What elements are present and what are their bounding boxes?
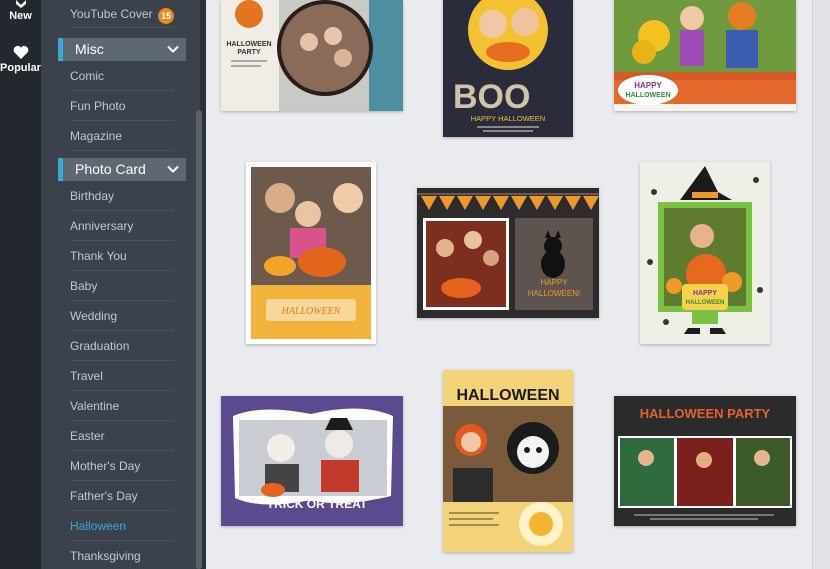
- sidebar-item-thanksgiving[interactable]: Thanksgiving: [70, 541, 174, 569]
- sidebar-item-label: Anniversary: [70, 219, 134, 233]
- sidebar-item-label: Thanksgiving: [70, 549, 141, 563]
- template-text: PARTY: [237, 49, 261, 56]
- sidebar-item-label: Graduation: [70, 339, 130, 353]
- template-text: TRICK OR TREAT: [267, 497, 368, 511]
- sidebar-item-label: Easter: [70, 429, 105, 443]
- template-text: HAPPY: [634, 81, 662, 90]
- sidebar-item-fathers-day[interactable]: Father's Day: [70, 481, 174, 511]
- gallery-scrollbar[interactable]: [812, 0, 830, 569]
- sidebar-item-label: YouTube Cover: [70, 7, 153, 21]
- sidebar-item-label: Baby: [70, 279, 98, 293]
- sidebar-scrollbar[interactable]: [196, 110, 202, 569]
- sidebar-item-fun-photo[interactable]: Fun Photo: [70, 91, 174, 121]
- template-thumbnail: BOO HAPPY HALLOWEEN: [443, 0, 573, 137]
- template-thumbnail: HALLOWEEN: [246, 162, 376, 344]
- rail-popular[interactable]: Popular: [0, 45, 41, 74]
- sidebar-item-valentine[interactable]: Valentine: [70, 391, 174, 421]
- section-misc[interactable]: Misc: [58, 38, 186, 61]
- template-card[interactable]: TRICK OR TREAT: [221, 396, 403, 526]
- sidebar-item-graduation[interactable]: Graduation: [70, 331, 174, 361]
- icon-rail: New Popular: [0, 0, 41, 569]
- new-icon: [15, 0, 26, 8]
- template-card[interactable]: BOO HAPPY HALLOWEEN: [443, 0, 573, 137]
- template-card[interactable]: HALLOWEEN: [246, 162, 376, 344]
- template-thumbnail: HAPPY HALLOWEEN: [640, 162, 770, 344]
- sidebar-item-label: Halloween: [70, 519, 127, 533]
- template-thumbnail: HAPPY HALLOWEEN!: [417, 188, 599, 318]
- sidebar-item-label: Travel: [70, 369, 103, 383]
- sidebar-item-label: Thank You: [70, 249, 127, 263]
- count-badge: 15: [158, 8, 174, 24]
- chevron-down-icon: [167, 165, 179, 173]
- sidebar-item-comic[interactable]: Comic: [70, 61, 174, 91]
- template-thumbnail: TRICK OR TREAT: [221, 396, 403, 526]
- template-text: BOO: [453, 78, 530, 116]
- template-text: HAPPY: [693, 290, 717, 297]
- template-card[interactable]: HAPPY HALLOWEEN: [640, 162, 770, 344]
- sidebar-item-label: Comic: [70, 69, 105, 83]
- sidebar-item-anniversary[interactable]: Anniversary: [70, 211, 174, 241]
- template-thumbnail: HALLOWEEN PARTY: [614, 396, 796, 526]
- heart-icon: [13, 45, 28, 59]
- rail-new[interactable]: New: [0, 0, 41, 22]
- sidebar-item-mothers-day[interactable]: Mother's Day: [70, 451, 174, 481]
- sidebar-item-baby[interactable]: Baby: [70, 271, 174, 301]
- template-thumbnail: HALLOWEEN PARTY: [221, 0, 403, 111]
- sidebar-item-easter[interactable]: Easter: [70, 421, 174, 451]
- sidebar-item-magazine[interactable]: Magazine: [70, 121, 174, 151]
- template-text: HALLOWEEN: [281, 306, 342, 317]
- rail-new-label: New: [9, 10, 32, 22]
- sidebar-item-halloween[interactable]: Halloween: [70, 511, 174, 541]
- sidebar-item-label: Fun Photo: [70, 99, 126, 113]
- section-title: Misc: [75, 41, 104, 57]
- template-card[interactable]: HALLOWEEN PARTY: [221, 0, 403, 111]
- sidebar-item-label: Father's Day: [70, 489, 138, 503]
- template-card[interactable]: HALLOWEEN PARTY: [614, 396, 796, 526]
- template-text: HAPPY HALLOWEEN: [471, 114, 545, 123]
- template-text: HALLOWEEN: [456, 387, 559, 404]
- template-card[interactable]: HAPPY HALLOWEEN!: [417, 188, 599, 318]
- sidebar-item-label: Wedding: [70, 309, 118, 323]
- template-text: HALLOWEEN!: [528, 289, 580, 298]
- template-text: HALLOWEEN: [686, 300, 725, 306]
- template-text: HALLOWEEN: [226, 41, 271, 48]
- sidebar-item-birthday[interactable]: Birthday: [70, 181, 174, 211]
- sidebar-item-thank-you[interactable]: Thank You: [70, 241, 174, 271]
- chevron-down-icon: [167, 45, 179, 53]
- template-card[interactable]: HALLOWEEN: [443, 370, 573, 552]
- sidebar-item-label: Magazine: [70, 129, 123, 143]
- sidebar-item-youtube-cover[interactable]: YouTube Cover 15: [70, 0, 174, 28]
- template-thumbnail: HAPPY HALLOWEEN: [614, 0, 796, 111]
- template-card[interactable]: HAPPY HALLOWEEN: [614, 0, 796, 111]
- template-text: HAPPY: [540, 278, 568, 287]
- sidebar-item-label: Birthday: [70, 189, 115, 203]
- section-title: Photo Card: [75, 161, 146, 177]
- template-thumbnail: HALLOWEEN: [443, 370, 573, 552]
- template-text: HALLOWEEN PARTY: [640, 406, 771, 421]
- sidebar-item-travel[interactable]: Travel: [70, 361, 174, 391]
- section-photo-card[interactable]: Photo Card: [58, 158, 186, 181]
- rail-popular-label: Popular: [0, 62, 41, 74]
- sidebar-item-label: Mother's Day: [70, 459, 141, 473]
- template-text: HALLOWEEN: [625, 92, 670, 99]
- sidebar-item-label: Valentine: [70, 399, 120, 413]
- sidebar-item-wedding[interactable]: Wedding: [70, 301, 174, 331]
